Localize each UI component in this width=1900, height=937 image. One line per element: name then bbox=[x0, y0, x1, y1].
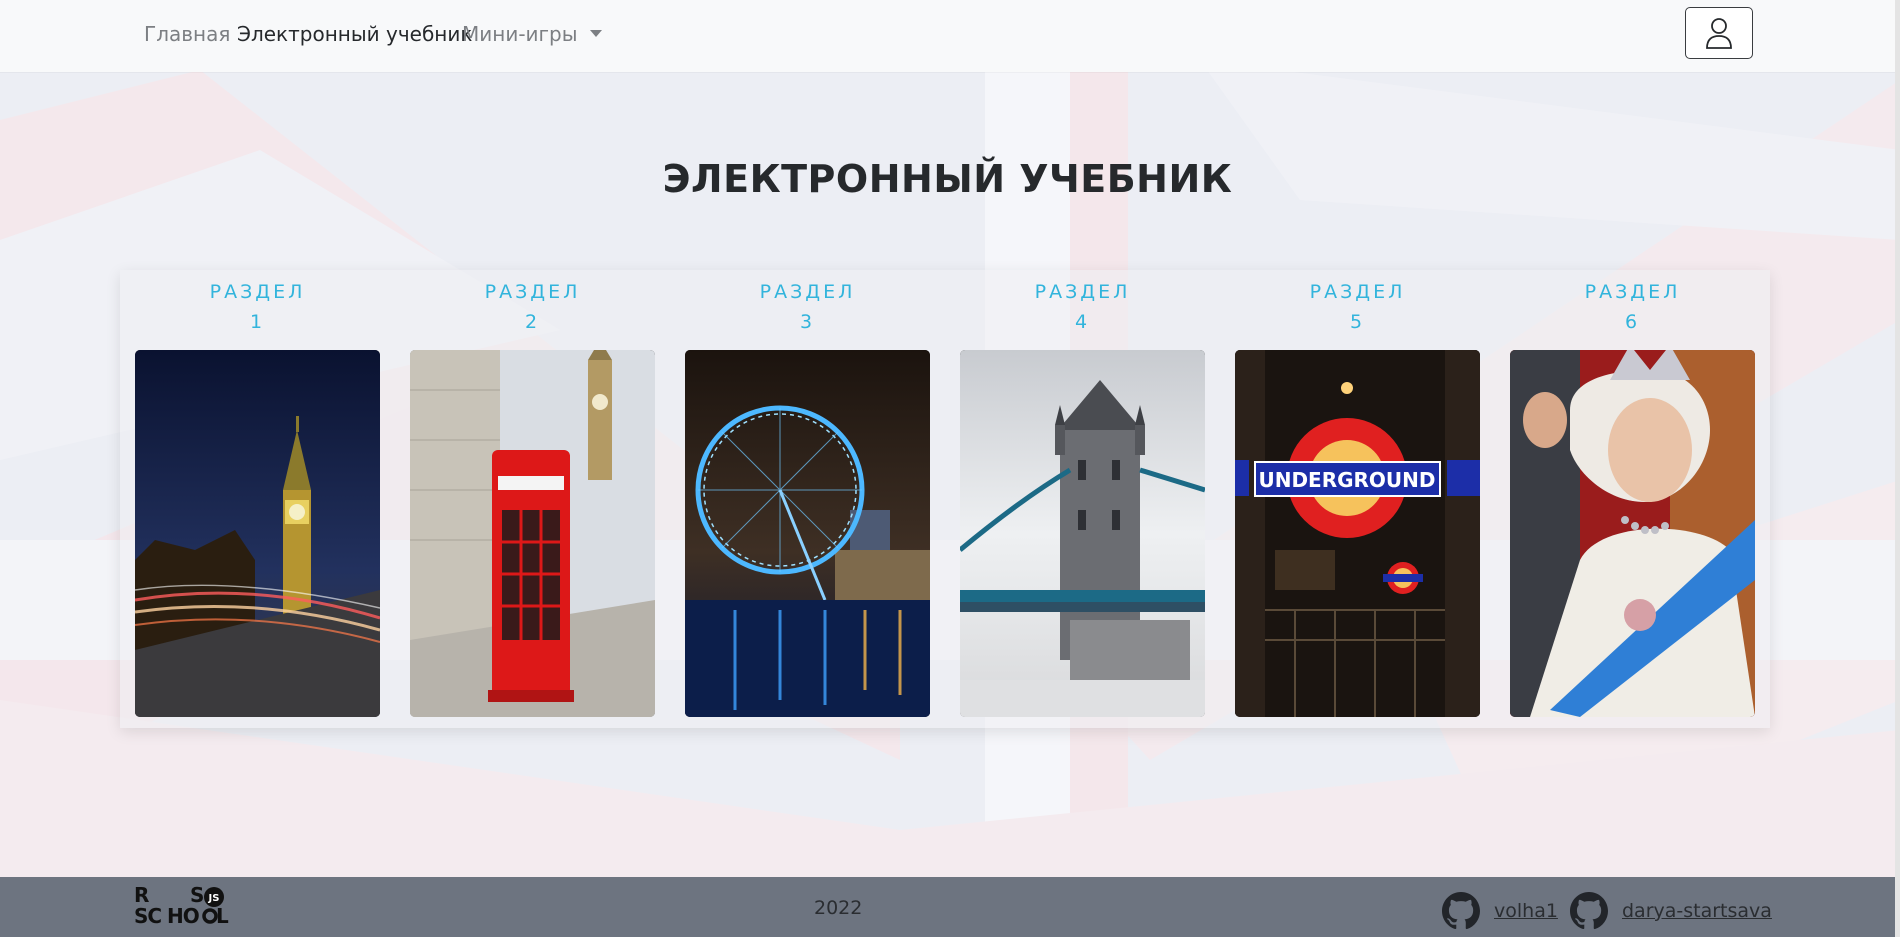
svg-text:L: L bbox=[216, 904, 229, 927]
section-card-6[interactable]: РАЗДЕЛ 6 bbox=[1495, 270, 1770, 728]
section-card-5[interactable]: РАЗДЕЛ 5 UNDERGROUND bbox=[1220, 270, 1495, 728]
scrollbar[interactable] bbox=[1895, 0, 1900, 937]
author-name: darya-startsava bbox=[1622, 900, 1772, 922]
nav-games-dropdown[interactable]: Мини-игры bbox=[462, 22, 602, 46]
author-link-volha1[interactable]: volha1 bbox=[1442, 892, 1558, 930]
section-label: РАЗДЕЛ 2 bbox=[484, 281, 581, 333]
nav-textbook-link[interactable]: Электронный учебник bbox=[237, 22, 472, 46]
section-label: РАЗДЕЛ 5 bbox=[1309, 281, 1406, 333]
user-button[interactable] bbox=[1685, 7, 1753, 59]
underground-sign-image: UNDERGROUND bbox=[1235, 350, 1480, 717]
queen-image bbox=[1510, 350, 1755, 717]
author-link-darya-startsava[interactable]: darya-startsava bbox=[1570, 892, 1772, 930]
section-card-4[interactable]: РАЗДЕЛ 4 bbox=[945, 270, 1220, 728]
author-name: volha1 bbox=[1494, 900, 1558, 922]
section-label: РАЗДЕЛ 6 bbox=[1584, 281, 1681, 333]
nav-home-link[interactable]: Главная bbox=[144, 22, 230, 46]
footer-year: 2022 bbox=[814, 897, 863, 919]
section-label: РАЗДЕЛ 4 bbox=[1034, 281, 1131, 333]
page-title: ЭЛЕКТРОННЫЙ УЧЕБНИК bbox=[662, 157, 1233, 202]
section-card-1[interactable]: РАЗДЕЛ 1 bbox=[120, 270, 395, 728]
navbar: Главная Электронный учебник Мини-игры bbox=[0, 0, 1895, 72]
big-ben-image bbox=[135, 350, 380, 717]
section-card-3[interactable]: РАЗДЕЛ 3 bbox=[670, 270, 945, 728]
svg-text:UNDERGROUND: UNDERGROUND bbox=[1258, 468, 1435, 492]
footer: 2022 volha1 darya-startsava bbox=[0, 877, 1895, 937]
chevron-down-icon bbox=[589, 30, 602, 37]
telephone-box-image bbox=[410, 350, 655, 717]
github-icon bbox=[1442, 892, 1480, 930]
svg-text:JS: JS bbox=[208, 893, 220, 904]
section-label: РАЗДЕЛ 1 bbox=[209, 281, 306, 333]
nav-games-label: Мини-игры bbox=[462, 22, 578, 46]
section-label: РАЗДЕЛ 3 bbox=[759, 281, 856, 333]
github-icon bbox=[1570, 892, 1608, 930]
user-icon bbox=[1706, 18, 1732, 49]
tower-bridge-image bbox=[960, 350, 1205, 717]
svg-text:SC HO: SC HO bbox=[134, 904, 199, 927]
london-eye-image bbox=[685, 350, 930, 717]
section-card-2[interactable]: РАЗДЕЛ 2 bbox=[395, 270, 670, 728]
rs-school-logo[interactable]: R S SC HO L JS bbox=[134, 883, 244, 927]
